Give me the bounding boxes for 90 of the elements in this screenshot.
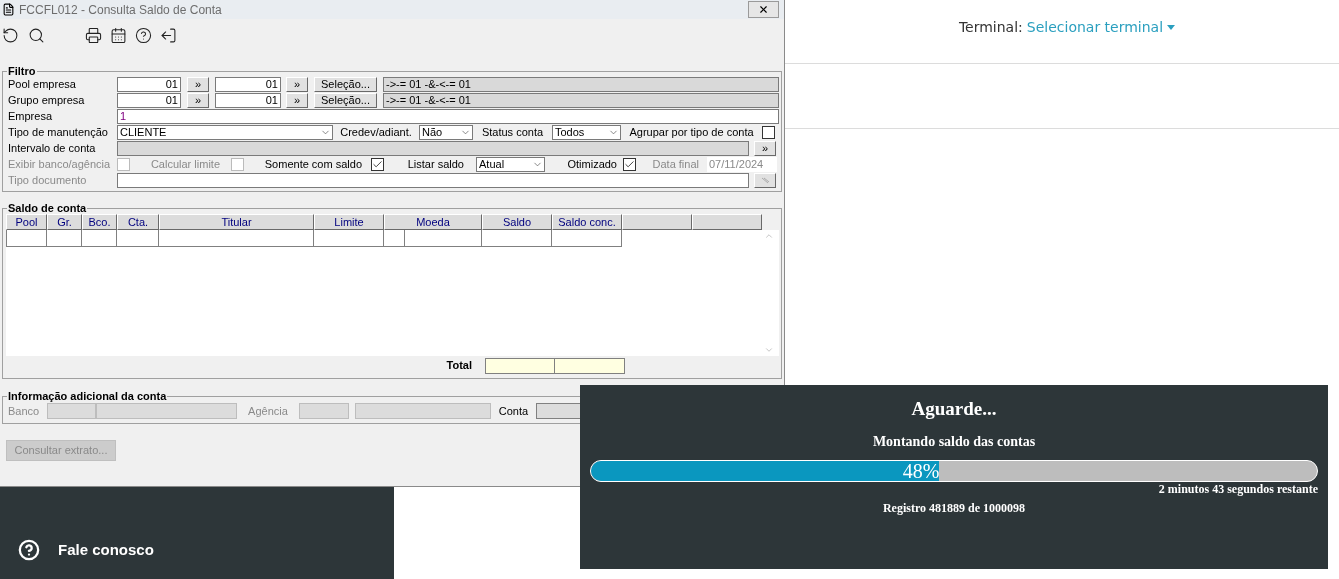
column-header[interactable]: Cta. [117, 214, 159, 230]
tipo-documento-field[interactable] [117, 173, 749, 188]
table-cell [314, 230, 384, 247]
field-label: Tipo documento [7, 175, 88, 186]
field-label: Conta [497, 403, 530, 419]
table-cell [482, 230, 552, 247]
printer-icon[interactable] [85, 27, 102, 44]
field-label: Grupo empresa [7, 95, 86, 106]
expression-field: ->-= 01 -&-<-= 01 [383, 93, 779, 108]
remaining-time: 2 minutos 43 segundos restante [1158, 482, 1318, 496]
window-title: FCCFL012 - Consulta Saldo de Conta [19, 1, 222, 19]
to-field[interactable]: 01 [215, 77, 281, 92]
column-header[interactable]: Gr. [47, 214, 82, 230]
field-label: Empresa [7, 111, 54, 122]
field-label: Pool empresa [7, 79, 77, 90]
expression-field: ->-= 01 -&-<-= 01 [383, 77, 779, 92]
exit-icon[interactable] [160, 27, 177, 44]
section-title: Informação adicional da conta [7, 390, 168, 402]
search-icon[interactable] [28, 27, 45, 44]
selection-button[interactable]: Seleção... [314, 77, 377, 92]
field-label: Tipo de manutenção [7, 127, 109, 138]
intervalo-field[interactable] [117, 141, 749, 156]
range-button[interactable]: » [187, 93, 209, 108]
help-icon[interactable] [135, 27, 152, 44]
column-header[interactable]: Moeda [384, 214, 482, 230]
table-cell [47, 230, 82, 247]
dropdown[interactable]: Não [419, 125, 473, 140]
from-field[interactable]: 01 [117, 93, 181, 108]
caret-icon [1167, 25, 1176, 30]
range-button[interactable]: » [754, 141, 776, 156]
progress-title: Aguarde... [911, 397, 997, 421]
selection-button[interactable]: Seleção... [314, 93, 377, 108]
dropdown[interactable]: CLIENTE [117, 125, 333, 140]
checkbox[interactable] [762, 126, 775, 139]
table-cell [384, 230, 405, 247]
table-cell [117, 230, 159, 247]
progress-percent: 48% [902, 461, 940, 481]
check-icon [624, 159, 635, 170]
field-label: Data final [651, 159, 700, 170]
agency-code-field [299, 403, 349, 419]
field-label: Banco [7, 403, 41, 419]
section-title: Filtro [7, 65, 37, 77]
table-cell [552, 230, 622, 247]
progress-message: Montando saldo das contas [872, 433, 1036, 451]
dropdown[interactable]: Atual [476, 157, 545, 172]
column-header[interactable]: Saldo [482, 214, 552, 230]
section-title: Saldo de conta [7, 202, 88, 214]
total-field [555, 357, 625, 374]
column-header[interactable]: Limite [314, 214, 384, 230]
field-label: Exibir banco/agência [7, 159, 112, 170]
field-label: Status conta [480, 127, 545, 138]
to-field[interactable]: 01 [215, 93, 281, 108]
range-button[interactable]: » [286, 93, 308, 108]
range-button[interactable]: » [187, 77, 209, 92]
table-cell [82, 230, 117, 247]
document-icon [2, 3, 15, 16]
field-label: Calcular limite [149, 159, 221, 170]
dropdown[interactable]: Todos [552, 125, 621, 140]
column-header[interactable]: Bco. [82, 214, 117, 230]
terminal-label: Terminal: [958, 18, 1023, 37]
field-label: Somente com saldo [263, 159, 363, 170]
checkbox[interactable] [623, 158, 636, 171]
help-icon [18, 539, 40, 561]
calendar-icon[interactable] [110, 27, 127, 44]
record-count: Registro 481889 de 1000098 [882, 501, 1026, 515]
field-label: Credev/adiant. [339, 127, 413, 138]
empresa-field[interactable]: 1 [117, 109, 779, 124]
undo-icon[interactable] [2, 27, 19, 44]
close-button[interactable] [748, 1, 779, 18]
check-icon [372, 159, 383, 170]
sidebar-item[interactable]: Fale conosco [18, 535, 394, 565]
range-button[interactable]: » [286, 77, 308, 92]
close-icon [758, 4, 769, 15]
field-label: Otimizado [566, 159, 618, 170]
column-header[interactable] [622, 214, 692, 230]
table-cell [6, 230, 47, 247]
column-header[interactable]: Saldo conc. [552, 214, 622, 230]
field-label: Intervalo de conta [7, 143, 97, 154]
total-field [485, 357, 555, 374]
field-label: Agência [247, 403, 289, 419]
field-label: Agrupar por tipo de conta [628, 127, 755, 138]
from-field[interactable]: 01 [117, 77, 181, 92]
dots-icon [760, 177, 770, 184]
column-header[interactable]: Titular [159, 214, 314, 230]
column-header[interactable] [692, 214, 762, 230]
field-label: Listar saldo [406, 159, 465, 170]
column-header[interactable]: Pool [6, 214, 47, 230]
total-label: Total [446, 358, 472, 374]
checkbox[interactable] [371, 158, 384, 171]
bank-code-field [47, 403, 96, 419]
